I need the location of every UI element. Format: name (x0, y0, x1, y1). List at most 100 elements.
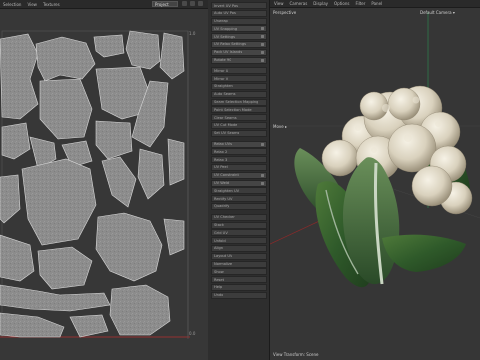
project-select[interactable]: Project (152, 1, 178, 7)
viewport-panel: View Cameras Display Options Filter Pane… (270, 0, 480, 360)
menu-filter[interactable]: Filter (355, 1, 365, 6)
settings-box-icon[interactable] (261, 142, 264, 146)
tool-button-label: Quadrify (214, 204, 230, 209)
tool-button-label: Reset (214, 277, 225, 282)
tool-button[interactable]: Auto Seams (211, 90, 267, 98)
settings-box-icon[interactable] (261, 58, 264, 62)
tool-button[interactable]: Reset (211, 276, 267, 284)
menu-view[interactable]: View (274, 1, 284, 6)
tool-button-label: Set UV Seams (214, 131, 240, 136)
menu-selection[interactable]: Selection (3, 2, 21, 7)
tool-button-label: Mirror U (214, 68, 229, 73)
tool-button-label: Invert UV Pos (214, 3, 239, 8)
tool-button[interactable]: UV Relax Settings (211, 40, 267, 48)
settings-box-icon[interactable] (261, 50, 264, 54)
tool-button-label: Pack UV Islands (214, 50, 243, 55)
tool-button-label: Help (214, 285, 223, 290)
tool-button[interactable]: UV Checker (211, 213, 267, 221)
tool-button-label: Straighten UV (214, 188, 240, 193)
tool-button-label: Seam Selection Mapping (214, 100, 259, 105)
menu-display[interactable]: Display (313, 1, 328, 6)
tool-button-label: Relax 2 (214, 149, 228, 154)
tool-button-label: UV Settings (214, 34, 235, 39)
tool-button[interactable]: Help (211, 283, 267, 291)
menu-textures[interactable]: Textures (43, 2, 60, 7)
frame-icon[interactable] (198, 1, 203, 6)
tool-button-label: Mirror V (214, 76, 229, 81)
settings-box-icon[interactable] (261, 173, 264, 177)
tool-button[interactable]: Mirror V (211, 75, 267, 83)
uv-tick-bottom: 0.0 (189, 331, 196, 336)
menu-panel[interactable]: Panel (371, 1, 382, 6)
tool-button[interactable]: Unwrap (211, 17, 267, 25)
uv-canvas[interactable]: 1.0 0.0 (0, 9, 208, 360)
uv-tool-panel: Invert UV Pos Auto UV Pos Unwrap UV Snappin… (208, 0, 270, 360)
viewport-status-label: View Transform: Scene (273, 352, 319, 357)
tool-button-label: Relax 3 (214, 157, 228, 162)
viewport-menubar: View Cameras Display Options Filter Pane… (270, 0, 480, 8)
tool-button[interactable]: Undo (211, 291, 267, 299)
tool-button[interactable]: Rectify UV (211, 195, 267, 203)
settings-box-icon[interactable] (261, 27, 264, 31)
tool-button[interactable]: Relax UVs (211, 140, 267, 148)
tool-button-label: Undo (214, 293, 224, 298)
tool-button-label: Rotate 90 (214, 58, 232, 63)
viewport-move-label: Move ▸ (273, 124, 288, 129)
tool-button[interactable]: Unfold (211, 237, 267, 245)
tool-button-label: Unwrap (214, 19, 228, 24)
settings-box-icon[interactable] (261, 181, 264, 185)
settings-box-icon[interactable] (261, 42, 264, 46)
tool-button[interactable]: Align (211, 244, 267, 252)
grid-icon[interactable] (182, 1, 187, 6)
settings-box-icon[interactable] (261, 35, 264, 39)
tool-button-label: UV Constraint (214, 173, 239, 178)
tool-button[interactable]: Relax 3 (211, 156, 267, 164)
tool-button[interactable]: Layout UV (211, 252, 267, 260)
viewport-camera-label[interactable]: Default Camera ▾ (420, 10, 455, 15)
cauliflower-render (270, 12, 480, 288)
tool-button-label: Align (214, 246, 224, 251)
tool-button-label: Auto Seams (214, 92, 236, 97)
viewport-perspective-label[interactable]: Perspective (273, 10, 296, 15)
tool-button[interactable]: UV Peel (211, 163, 267, 171)
tool-button[interactable]: Stack (211, 221, 267, 229)
tool-button[interactable]: UV Settings (211, 33, 267, 41)
tool-button-label: Grid UV (214, 230, 228, 235)
tool-button[interactable]: UV Weld (211, 179, 267, 187)
tool-button[interactable]: Mirror U (211, 67, 267, 75)
menu-view[interactable]: View (27, 2, 37, 7)
tool-button[interactable]: Grid UV (211, 229, 267, 237)
tool-button[interactable]: Show (211, 268, 267, 276)
tool-button[interactable]: Auto UV Pos (211, 9, 267, 17)
tool-button-label: Normalize (214, 262, 233, 266)
tool-button[interactable]: UV Snapping (211, 25, 267, 33)
tool-button-label: UV Checker (214, 215, 235, 220)
tool-button[interactable]: Clear Seams (211, 114, 267, 122)
tool-button-label: Straighten (214, 84, 233, 89)
tool-button[interactable]: Point Selection Mode (211, 106, 267, 114)
tool-button[interactable]: Relax 2 (211, 148, 267, 156)
app-window: Selection View Textures Project 1.0 0.0 … (0, 0, 480, 360)
tool-button-label: UV Peel (214, 165, 228, 170)
tool-button[interactable]: Pack UV Islands (211, 48, 267, 56)
tool-button[interactable]: Straighten UV (211, 187, 267, 195)
tool-button[interactable]: Quadrify (211, 202, 267, 210)
tool-button[interactable]: Invert UV Pos (211, 2, 267, 9)
menu-cameras[interactable]: Cameras (290, 1, 308, 6)
tool-button[interactable]: Seam Selection Mapping (211, 98, 267, 106)
tool-button[interactable]: Straighten (211, 82, 267, 90)
tool-button[interactable]: Rotate 90 (211, 56, 267, 64)
tool-button-label: UV Weld (214, 181, 230, 186)
tool-button[interactable]: UV Cut Mode (211, 121, 267, 129)
tool-button[interactable]: Normalize (211, 260, 267, 268)
menu-options[interactable]: Options (334, 1, 349, 6)
tool-button-label: UV Snapping (214, 26, 238, 31)
tool-button[interactable]: UV Constraint (211, 171, 267, 179)
uv-tick-top: 1.0 (189, 31, 196, 36)
tool-button[interactable]: Set UV Seams (211, 129, 267, 137)
uv-islands (0, 30, 190, 339)
snap-icon[interactable] (190, 1, 195, 6)
tool-button-label: Unfold (214, 238, 226, 243)
tool-button-label: Point Selection Mode (214, 107, 252, 112)
viewport-canvas[interactable]: Perspective Default Camera ▾ Move ▸ View… (270, 8, 480, 360)
